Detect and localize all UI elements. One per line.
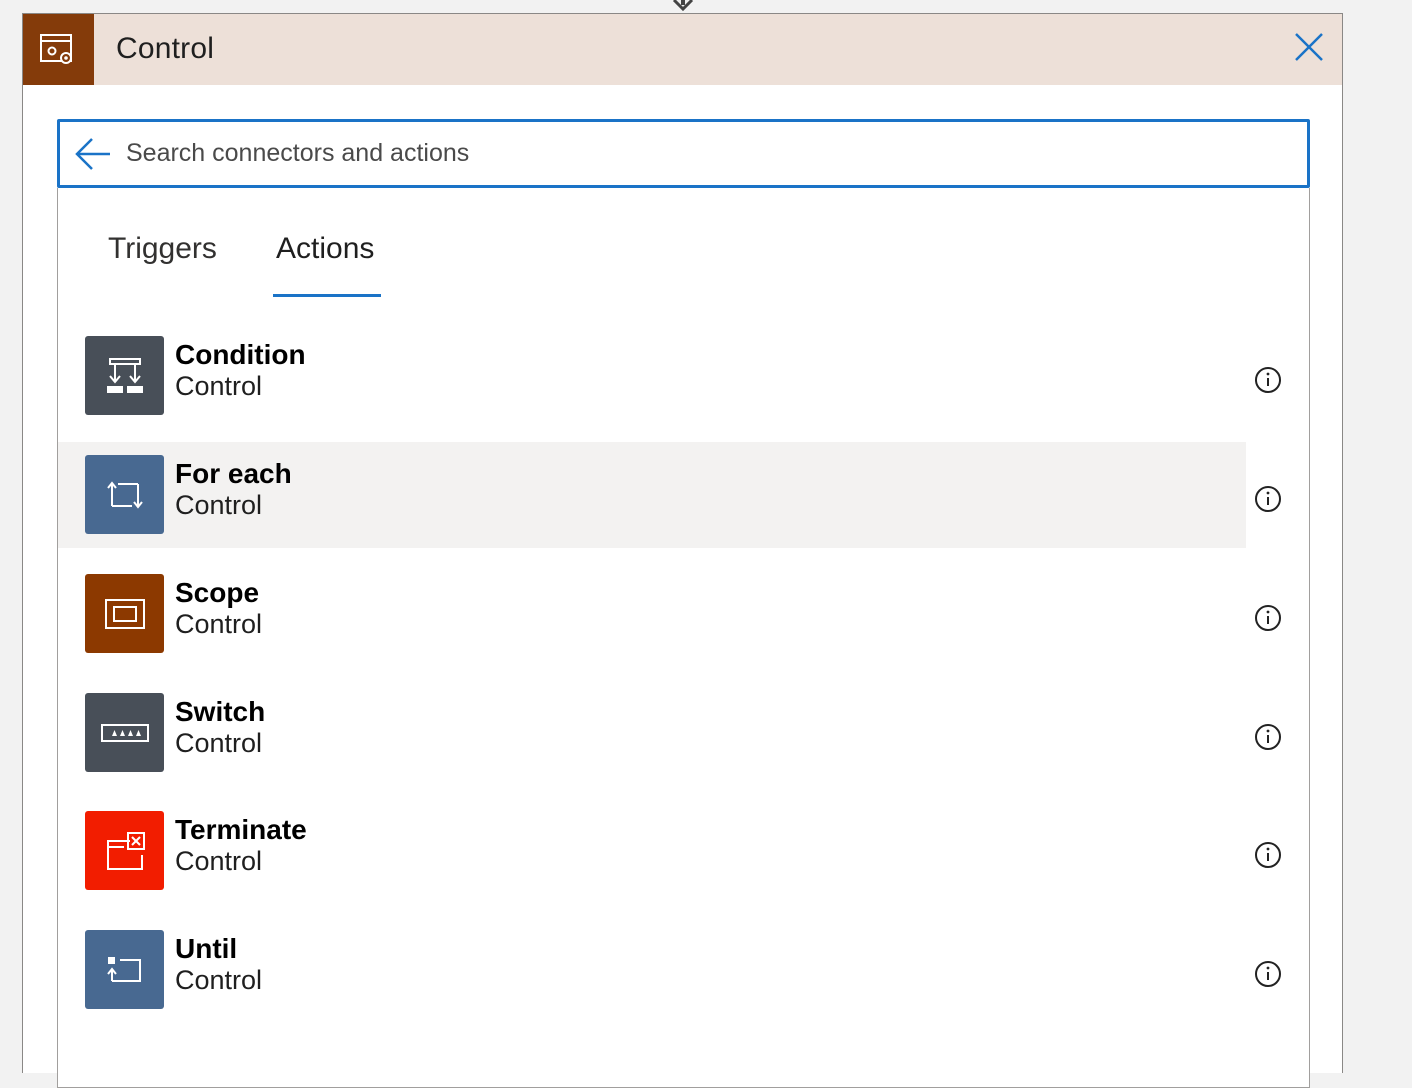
action-title: Terminate [175,814,307,845]
action-item-terminate[interactable]: Terminate Control [58,798,1246,904]
action-subtitle: Control [175,846,263,876]
search-box [57,119,1310,188]
control-gear-icon [23,14,94,85]
info-icon[interactable] [1254,841,1282,869]
action-item-until[interactable]: Until Control [58,917,1246,1023]
action-subtitle: Control [175,609,263,639]
action-subtitle: Control [175,965,263,995]
tab-selected-indicator [273,294,381,297]
info-icon[interactable] [1254,366,1282,394]
action-title: Scope [175,577,260,608]
action-item-for-each[interactable]: For each Control [58,442,1246,548]
scope-icon [85,574,164,653]
info-icon[interactable] [1254,723,1282,751]
foreach-loop-icon [85,455,164,534]
action-item-scope[interactable]: Scope Control [58,561,1246,667]
card-title: Control [116,32,215,65]
info-icon[interactable] [1254,485,1282,513]
condition-icon [85,336,164,415]
tab-actions[interactable]: Actions [276,232,374,266]
back-arrow-icon[interactable] [74,136,112,172]
close-icon[interactable] [1294,32,1324,62]
action-subtitle: Control [175,371,263,401]
connector-arrow-icon [672,0,694,12]
results-panel: Triggers Actions Condition Control For e… [57,188,1310,1088]
action-title: For each [175,458,292,489]
switch-icon [85,693,164,772]
action-item-switch[interactable]: Switch Control [58,680,1246,786]
action-title: Until [175,933,238,964]
action-picker-card: Control Triggers Actions [22,13,1343,1088]
action-item-condition[interactable]: Condition Control [58,323,1246,429]
until-loop-icon [85,930,164,1009]
card-header: Control [23,14,1342,85]
info-icon[interactable] [1254,604,1282,632]
info-icon[interactable] [1254,960,1282,988]
action-subtitle: Control [175,728,263,758]
tab-triggers[interactable]: Triggers [108,232,217,266]
action-subtitle: Control [175,490,263,520]
action-title: Switch [175,696,266,727]
action-title: Condition [175,339,306,370]
terminate-icon [85,811,164,890]
search-input[interactable] [126,130,1276,176]
